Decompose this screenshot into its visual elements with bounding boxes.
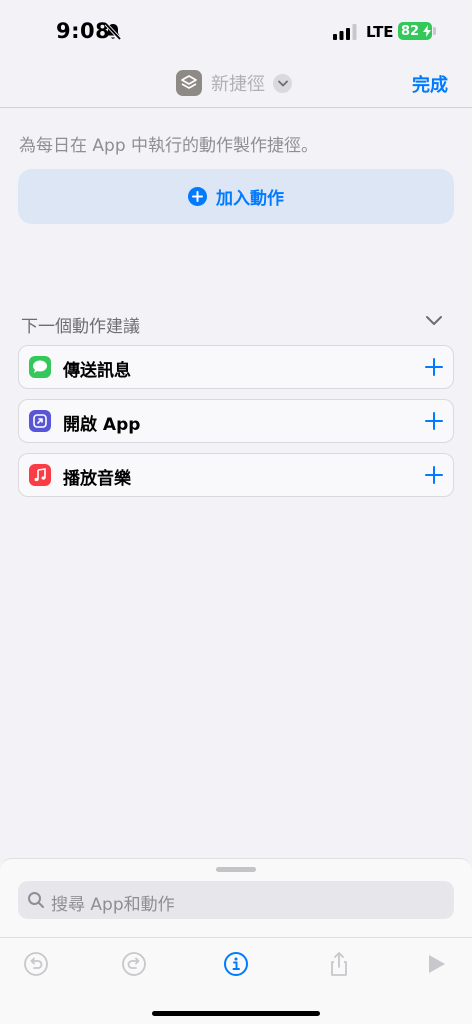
plus-circle-icon xyxy=(188,187,207,206)
chevron-down-icon[interactable] xyxy=(425,315,443,327)
bell-slash-icon xyxy=(104,22,122,41)
hint-text: 為每日在 App 中執行的動作製作捷徑。 xyxy=(19,136,319,156)
suggestions-title: 下一個動作建議 xyxy=(21,317,140,337)
chevron-down-icon xyxy=(273,73,292,93)
redo-icon[interactable] xyxy=(121,951,147,977)
undo-icon[interactable] xyxy=(23,951,49,977)
battery-cap xyxy=(433,27,436,35)
add-action-label: 加入動作 xyxy=(216,189,284,209)
action-search-sheet: 搜尋 App和動作 xyxy=(0,858,472,1024)
share-icon[interactable] xyxy=(326,951,352,977)
sheet-grabber[interactable] xyxy=(216,867,256,872)
suggestion-row-send-message[interactable]: 傳送訊息 xyxy=(18,345,454,389)
add-action-button[interactable]: 加入動作 xyxy=(18,169,454,224)
network-type: LTE xyxy=(366,23,394,41)
search-input[interactable]: 搜尋 App和動作 xyxy=(18,881,454,919)
nav-bar: 新捷徑 完成 xyxy=(0,62,472,108)
battery-indicator: 82 xyxy=(398,22,432,40)
suggestion-label: 播放音樂 xyxy=(63,469,131,489)
charging-bolt-icon xyxy=(423,25,431,37)
shortcuts-app-icon xyxy=(176,70,202,96)
music-icon xyxy=(29,464,51,486)
add-icon[interactable] xyxy=(425,466,443,484)
done-button[interactable]: 完成 xyxy=(412,71,448,97)
search-placeholder: 搜尋 App和動作 xyxy=(51,895,175,915)
suggestion-row-open-app[interactable]: 開啟 App xyxy=(18,399,454,443)
suggestion-row-play-music[interactable]: 播放音樂 xyxy=(18,453,454,497)
toolbar-divider xyxy=(0,937,472,938)
status-time: 9:08 xyxy=(56,19,111,43)
play-icon[interactable] xyxy=(423,951,449,977)
shortcut-title-menu[interactable]: 新捷徑 xyxy=(176,69,292,97)
battery-level: 82 xyxy=(401,23,420,39)
add-icon[interactable] xyxy=(425,358,443,376)
messages-icon xyxy=(29,356,51,378)
page-title: 新捷徑 xyxy=(211,74,265,95)
search-icon xyxy=(28,892,44,908)
home-indicator xyxy=(152,1011,320,1016)
suggestion-label: 傳送訊息 xyxy=(63,361,131,381)
suggestion-label: 開啟 App xyxy=(63,415,141,435)
status-bar: 9:08 LTE 82 xyxy=(0,0,472,62)
signal-icon xyxy=(333,24,357,40)
info-icon[interactable] xyxy=(223,951,249,977)
add-icon[interactable] xyxy=(425,412,443,430)
open-app-icon xyxy=(29,410,51,432)
